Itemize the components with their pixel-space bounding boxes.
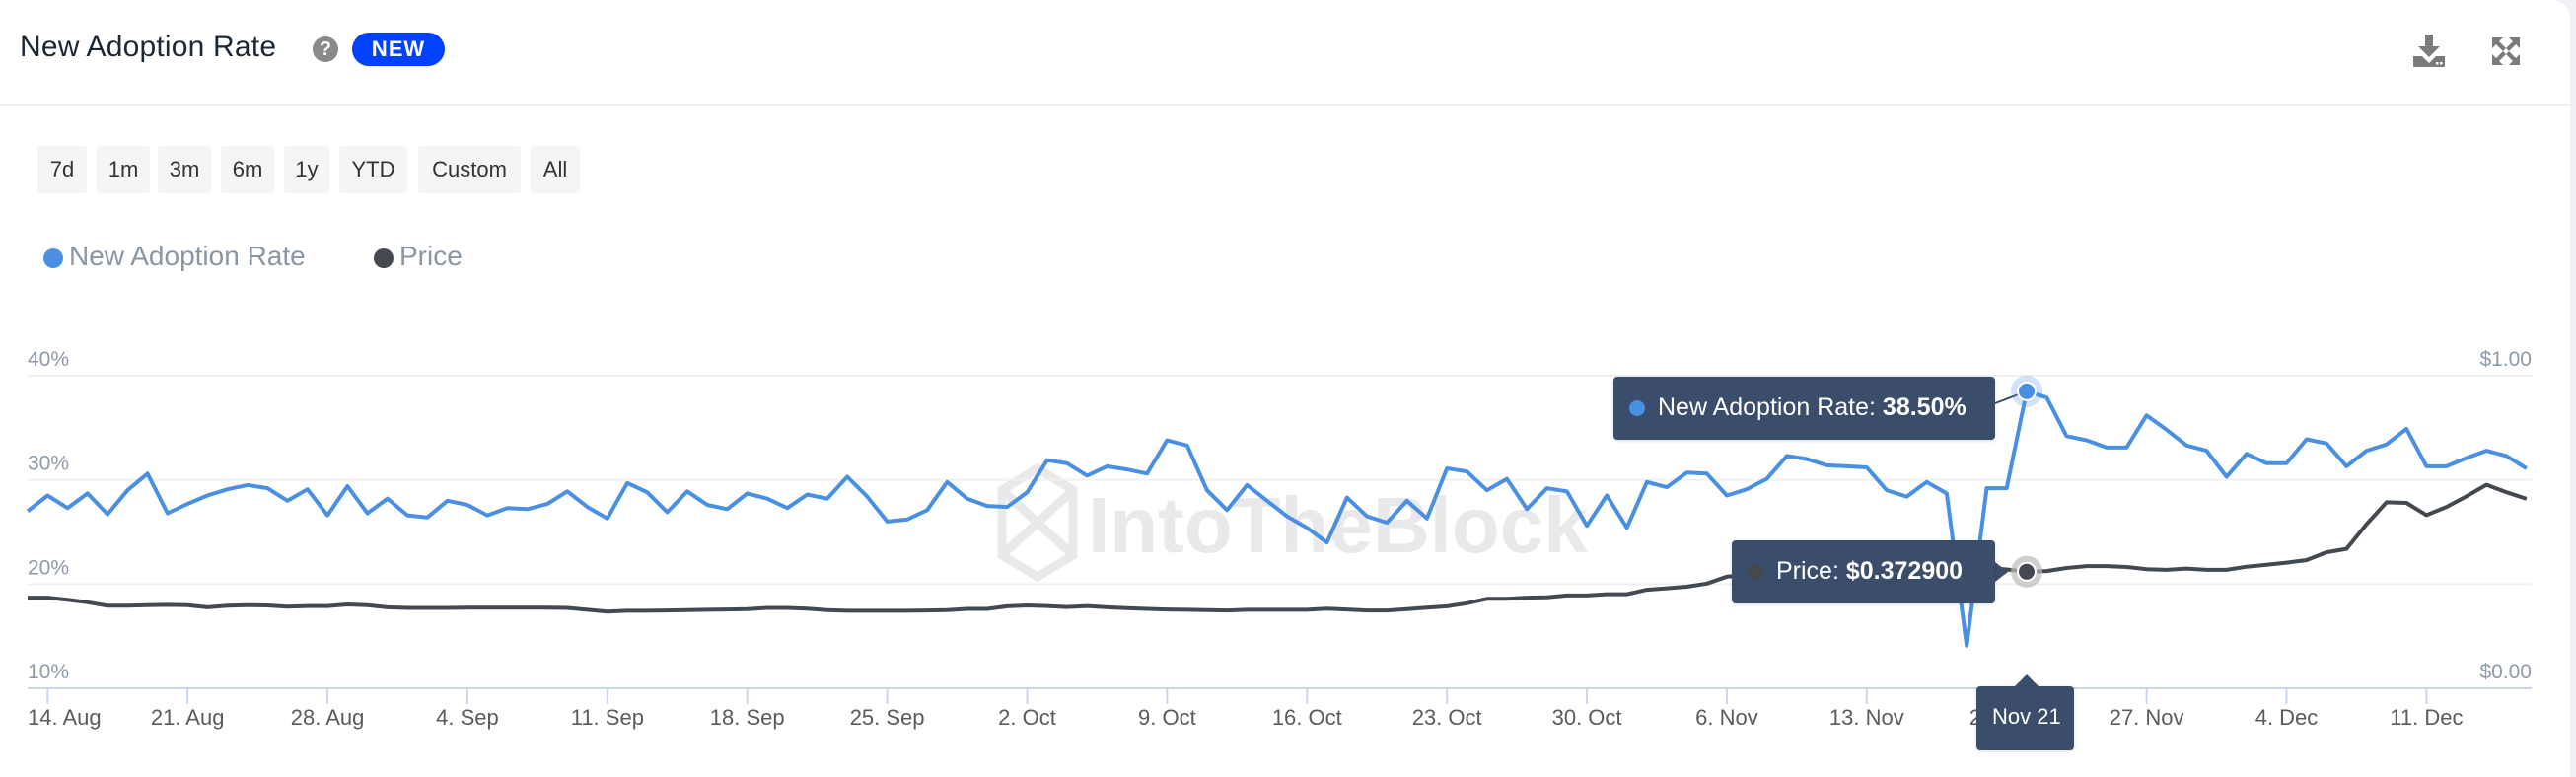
- chart-plot[interactable]: IntoTheBlock 10% 20% 30% 40% $0.00 $1.00 14.…: [0, 0, 2570, 777]
- x-tick-label: 16. Oct: [1272, 705, 1342, 730]
- tooltip-price: Price: $0.372900: [1732, 540, 1995, 603]
- y-left-tick-label: 20%: [28, 556, 69, 579]
- x-tick-label: 6. Nov: [1695, 705, 1758, 730]
- tooltip-price-text: Price: $0.372900: [1776, 557, 1963, 586]
- tooltip-dot-adoption: [1629, 400, 1645, 416]
- tooltip-dot-price: [1748, 564, 1763, 580]
- tooltip-date-text: Nov 21: [1992, 704, 2061, 729]
- highlight-point-adoption: [2017, 381, 2037, 401]
- tooltip-date-arrow: [2015, 674, 2039, 686]
- x-tick-label: 18. Sep: [710, 705, 785, 730]
- y-left-tick-label: 40%: [28, 348, 69, 371]
- tooltip-price-value: $0.372900: [1845, 557, 1964, 585]
- y-axis-left: 10% 20% 30% 40%: [28, 348, 69, 683]
- tooltip-adoption: New Adoption Rate: 38.50%: [1613, 377, 1995, 440]
- x-tick-label: 27. Nov: [2110, 705, 2184, 730]
- x-tick-label: 14. Aug: [28, 705, 102, 730]
- x-tick-label: 13. Nov: [1829, 705, 1904, 730]
- x-tick-label: 21. Aug: [151, 705, 225, 730]
- watermark-text: IntoTheBlock: [1088, 481, 1588, 569]
- y-axis-right: $0.00 $1.00: [2479, 348, 2532, 683]
- x-tick-label: 4. Sep: [436, 705, 499, 730]
- tooltip-price-label: Price:: [1776, 557, 1846, 585]
- x-tick-label: 30. Oct: [1552, 705, 1622, 730]
- chart-card: New Adoption Rate ? NEW 7d 1m 3m 6m 1y Y…: [0, 0, 2570, 777]
- y-left-tick-label: 30%: [28, 453, 69, 475]
- x-tick-label: 4. Dec: [2255, 705, 2319, 730]
- y-right-tick-label: $1.00: [2479, 348, 2532, 371]
- x-axis: 14. Aug 21. Aug 28. Aug 4. Sep 11. Sep 18. Se…: [28, 687, 2532, 730]
- x-tick-label: 2. Oct: [998, 705, 1056, 730]
- tooltip-adoption-label: New Adoption Rate:: [1658, 393, 1883, 421]
- x-tick-label: 11. Dec: [2390, 705, 2463, 730]
- x-tick-label: 11. Sep: [571, 705, 644, 730]
- x-tick-label: 28. Aug: [291, 705, 365, 730]
- tooltip-price-arrow: [1995, 562, 2008, 582]
- x-tick-label: 25. Sep: [850, 705, 925, 730]
- highlight-point-price: [2017, 561, 2037, 582]
- y-right-tick-label: $0.00: [2479, 661, 2532, 683]
- tooltip-adoption-text: New Adoption Rate: 38.50%: [1658, 393, 1967, 422]
- x-tick-label: 23. Oct: [1412, 705, 1482, 730]
- y-left-tick-label: 10%: [28, 661, 69, 683]
- x-tick-label: 9. Oct: [1138, 705, 1196, 730]
- watermark-logo-icon: [997, 462, 1078, 583]
- tooltip-date: Nov 21: [1976, 686, 2074, 750]
- tooltip-adoption-value: 38.50%: [1882, 393, 1967, 421]
